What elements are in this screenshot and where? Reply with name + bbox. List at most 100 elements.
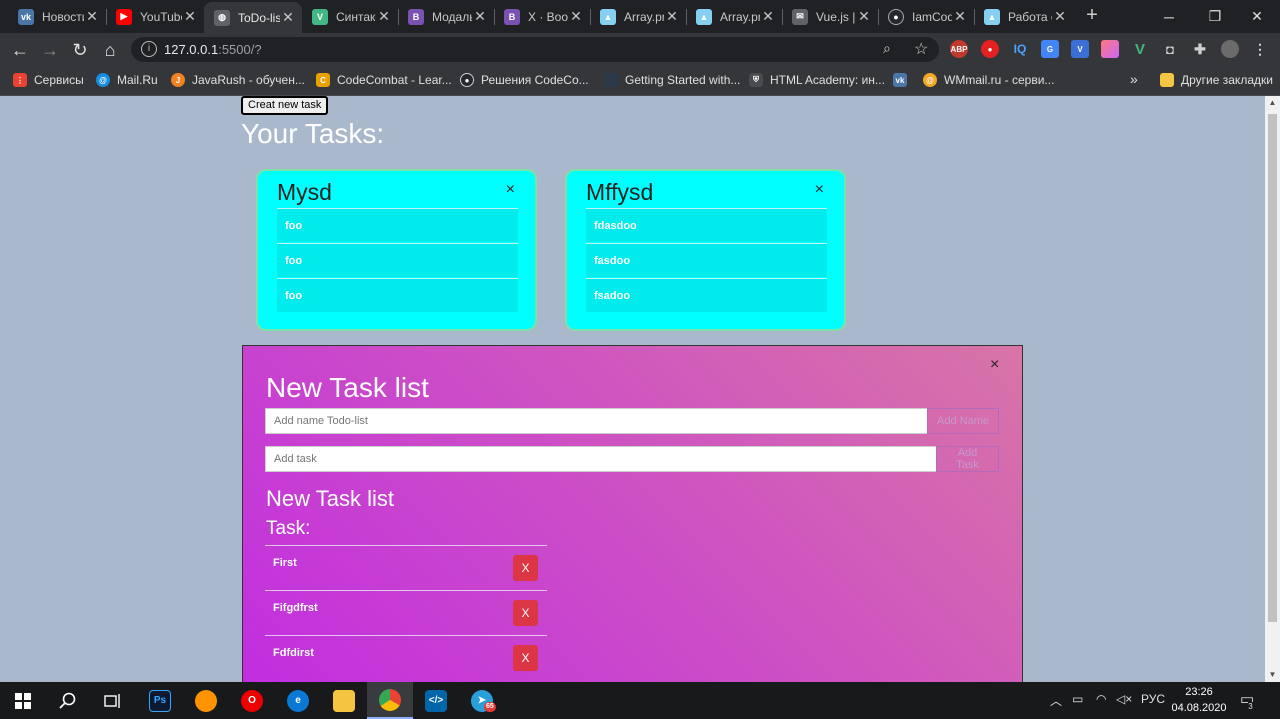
- notifications-icon[interactable]: ▭3: [1240, 690, 1259, 711]
- mdn-icon: ▲: [984, 8, 1000, 25]
- browser-tab-syntax[interactable]: V Синтаксис ✕: [302, 0, 398, 33]
- browser-tab-vuejs[interactable]: ✉ Vue.js | ✕: [782, 0, 878, 33]
- task-row: Fdfdirst X: [265, 635, 547, 680]
- bookmark-other-folder[interactable]: Другие закладки: [1160, 73, 1273, 87]
- windows-start-icon[interactable]: [0, 682, 46, 719]
- list-item: foo: [277, 208, 518, 242]
- new-tab-button[interactable]: +: [1082, 4, 1102, 28]
- telegram-icon[interactable]: ➤ 65: [459, 682, 505, 719]
- browser-tab-vk[interactable]: vk Новости ✕: [8, 0, 106, 33]
- more-bookmarks-chevron-icon[interactable]: »: [1130, 71, 1138, 87]
- menu-dots-icon[interactable]: ⋮: [1251, 40, 1269, 58]
- restore-icon[interactable]: ❐: [1192, 0, 1238, 33]
- task-row: First X: [265, 545, 547, 590]
- browser-tab-iamcoder[interactable]: ● IamCoder ✕: [878, 0, 974, 33]
- search-icon[interactable]: [45, 682, 91, 719]
- battery-icon[interactable]: ▭: [1072, 692, 1083, 706]
- close-tab-icon[interactable]: ✕: [856, 8, 872, 25]
- close-tab-icon[interactable]: ✕: [182, 8, 198, 25]
- close-tab-icon[interactable]: ✕: [376, 8, 392, 25]
- adblock-icon[interactable]: ABP: [950, 40, 968, 58]
- color-extension-icon[interactable]: [1101, 40, 1119, 58]
- iq-icon[interactable]: IQ: [1011, 40, 1029, 58]
- add-task-button[interactable]: Add Task: [936, 446, 999, 472]
- list-item: foo: [277, 278, 518, 312]
- bookmark-javarush[interactable]: J JavaRush - обучен...: [171, 73, 305, 87]
- page-scrollbar[interactable]: ▲ ▼: [1265, 96, 1280, 682]
- browser-tab-modal[interactable]: B Модальное ✕: [398, 0, 494, 33]
- bookmark-codecombat[interactable]: C CodeCombat - Lear...: [316, 73, 452, 87]
- language-indicator[interactable]: РУС: [1141, 692, 1165, 706]
- close-icon[interactable]: ×: [990, 356, 999, 374]
- volume-icon[interactable]: ◁×: [1116, 692, 1132, 706]
- photoshop-icon[interactable]: Ps: [137, 682, 183, 719]
- close-tab-icon[interactable]: ✕: [472, 8, 488, 25]
- address-bar[interactable]: i 127.0.0.1:5500/? ⌕ ☆: [131, 37, 939, 62]
- bookmark-services[interactable]: ⋮ Сервисы: [13, 73, 84, 87]
- delete-task-button[interactable]: X: [513, 645, 538, 671]
- info-icon[interactable]: i: [141, 41, 157, 57]
- puzzle-icon[interactable]: ✚: [1191, 40, 1209, 58]
- close-icon[interactable]: ×: [815, 181, 824, 199]
- wifi-icon[interactable]: ◠: [1096, 692, 1106, 706]
- task-input[interactable]: [265, 446, 936, 472]
- browser-tab-work-with[interactable]: ▲ Работа с ✕: [974, 0, 1074, 33]
- opera-icon[interactable]: O: [229, 682, 275, 719]
- edge-icon[interactable]: e: [275, 682, 321, 719]
- bookmark-codecombat-solutions[interactable]: ● Решения CodeCo...: [460, 73, 589, 87]
- system-clock[interactable]: 23:26 04.08.2020: [1170, 684, 1228, 716]
- delete-task-button[interactable]: X: [513, 600, 538, 626]
- task-view-icon[interactable]: [90, 682, 136, 719]
- v-extension-icon[interactable]: V: [1071, 40, 1089, 58]
- close-icon[interactable]: ×: [506, 181, 515, 199]
- close-tab-icon[interactable]: ✕: [664, 8, 680, 25]
- close-tab-icon[interactable]: ✕: [568, 8, 584, 25]
- vue-icon: V: [312, 8, 328, 25]
- browser-tab-bootstrap[interactable]: B X · Bootstrap ✕: [494, 0, 590, 33]
- task-input-group: Add Task: [265, 446, 999, 472]
- chrome-icon[interactable]: [367, 682, 413, 719]
- bookmark-vk[interactable]: vk: [893, 73, 914, 87]
- close-tab-icon[interactable]: ✕: [952, 8, 968, 25]
- close-window-icon[interactable]: ✕: [1234, 0, 1280, 33]
- bookmark-star-icon[interactable]: ☆: [914, 39, 928, 59]
- file-explorer-icon[interactable]: [321, 682, 367, 719]
- add-name-button[interactable]: Add Name: [927, 408, 999, 434]
- scroll-up-icon[interactable]: ▲: [1265, 96, 1280, 110]
- translate-icon[interactable]: G: [1041, 40, 1059, 58]
- bookmark-html-academy[interactable]: ⛨ HTML Academy: ин...: [749, 73, 885, 87]
- delete-task-button[interactable]: X: [513, 555, 538, 581]
- create-new-task-button[interactable]: Creat new task: [241, 96, 329, 115]
- browser-tab-array-2[interactable]: ▲ Array.prototype ✕: [686, 0, 782, 33]
- zoom-icon[interactable]: ⌕: [883, 40, 891, 57]
- url-text[interactable]: 127.0.0.1:5500/?: [164, 42, 262, 57]
- reload-icon[interactable]: ↻: [68, 38, 92, 62]
- close-tab-icon[interactable]: ✕: [84, 8, 100, 25]
- firefox-icon[interactable]: [183, 682, 229, 719]
- show-hidden-icons-chevron[interactable]: ︿: [1050, 692, 1062, 709]
- todo-name-input[interactable]: [265, 408, 927, 434]
- forward-arrow-icon[interactable]: →: [38, 38, 62, 62]
- vue-devtools-icon[interactable]: V: [1131, 40, 1149, 58]
- close-tab-icon[interactable]: ✕: [1052, 8, 1068, 25]
- back-arrow-icon[interactable]: ←: [8, 38, 32, 62]
- close-tab-icon[interactable]: ✕: [280, 9, 296, 26]
- task-name: Fdfdirst: [273, 647, 314, 659]
- avatar[interactable]: [1221, 40, 1239, 58]
- opera-vpn-icon[interactable]: ●: [981, 40, 999, 58]
- browser-tab-youtube[interactable]: ▶ YouTube ✕: [106, 0, 204, 33]
- browser-tab-array-1[interactable]: ▲ Array.prototype ✕: [590, 0, 686, 33]
- home-icon[interactable]: ⌂: [98, 38, 122, 62]
- browser-tab-todo-list[interactable]: ◍ ToDo-list ✕: [204, 2, 302, 33]
- close-tab-icon[interactable]: ✕: [760, 8, 776, 25]
- camera-icon[interactable]: ◘: [1161, 40, 1179, 58]
- minimize-icon[interactable]: ─: [1146, 0, 1192, 33]
- bookmark-mailru[interactable]: @ Mail.Ru: [96, 73, 158, 87]
- globe-icon: ◍: [214, 9, 230, 26]
- mailru-icon: @: [96, 73, 110, 87]
- scroll-down-icon[interactable]: ▼: [1265, 668, 1280, 682]
- vscode-icon[interactable]: </>: [413, 682, 459, 719]
- bookmark-getting-started[interactable]: Getting Started with...: [604, 73, 740, 87]
- bookmark-wmmail[interactable]: @ WMmail.ru - серви...: [923, 73, 1054, 87]
- scrollbar-thumb[interactable]: [1268, 114, 1277, 622]
